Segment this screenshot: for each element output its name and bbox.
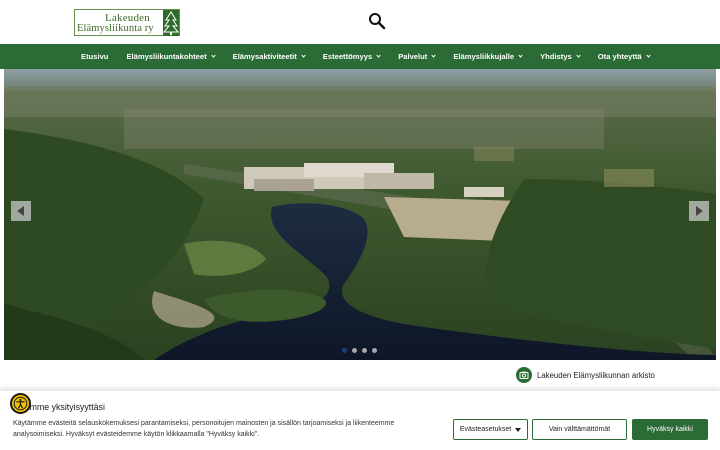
logo-line2: Elämysliikunta ry: [77, 23, 154, 34]
accessibility-icon[interactable]: [10, 393, 31, 414]
nav-label: Ota yhteyttä: [597, 52, 642, 61]
photo-credit: Lakeuden Elämysliikunnan arkisto: [516, 367, 655, 383]
chevron-down-icon: [431, 53, 436, 58]
nav-label: Yhdistys: [540, 52, 572, 61]
nav-item-elamysliikuntakohteet[interactable]: Elämysliikuntakohteet: [117, 44, 223, 69]
nav-item-palvelut[interactable]: Palvelut: [389, 44, 444, 69]
tree-icon: [163, 10, 179, 36]
camera-icon: [516, 367, 532, 383]
main-navigation: Etusivu Elämysliikuntakohteet Elämysakti…: [0, 44, 720, 69]
slider-next-button[interactable]: [689, 201, 709, 221]
hero-slider-image: [4, 69, 716, 360]
chevron-down-icon: [576, 53, 581, 58]
nav-label: Esteettömyys: [322, 52, 373, 61]
slider-pagination: [342, 348, 377, 353]
chevron-down-icon: [211, 53, 216, 58]
chevron-down-icon: [301, 53, 306, 58]
caret-down-icon: [515, 427, 522, 432]
photo-credit-label: Lakeuden Elämysliikunnan arkisto: [537, 370, 655, 380]
slider-dot-3[interactable]: [362, 348, 367, 353]
nav-item-esteettomyys[interactable]: Esteettömyys: [314, 44, 389, 69]
cookie-settings-label: Evästeasetukset: [459, 426, 512, 433]
site-header: Lakeuden Elämysliikunta ry: [0, 0, 720, 44]
nav-item-elamysliikkujalle[interactable]: Elämysliikkujalle: [444, 44, 531, 69]
chevron-down-icon: [518, 53, 523, 58]
nav-label: Elämysliikuntakohteet: [126, 52, 207, 61]
slider-dot-2[interactable]: [352, 348, 357, 353]
nav-item-etusivu[interactable]: Etusivu: [72, 44, 117, 69]
cookie-necessary-only-button[interactable]: Vain välttämättömät: [532, 419, 627, 440]
chevron-down-icon: [646, 53, 651, 58]
slider-prev-button[interactable]: [11, 201, 31, 221]
chevron-down-icon: [376, 53, 381, 58]
search-icon[interactable]: [368, 12, 386, 30]
nav-item-elamysaktiviteetit[interactable]: Elämysaktiviteetit: [224, 44, 314, 69]
nav-label: Elämysaktiviteetit: [232, 52, 297, 61]
nav-item-yhdistys[interactable]: Yhdistys: [531, 44, 589, 69]
site-logo[interactable]: Lakeuden Elämysliikunta ry: [74, 9, 180, 36]
cookie-accept-all-button[interactable]: Hyväksy kaikki: [632, 419, 708, 440]
nav-label: Elämysliikkujalle: [453, 52, 515, 61]
nav-label: Etusivu: [81, 52, 109, 61]
cookie-settings-button[interactable]: Evästeasetukset: [453, 419, 528, 440]
slider-dot-4[interactable]: [372, 348, 377, 353]
cookie-necessary-label: Vain välttämättömät: [548, 426, 611, 433]
nav-label: Palvelut: [398, 52, 428, 61]
nav-item-ota-yhteytta[interactable]: Ota yhteyttä: [589, 44, 659, 69]
slider-dot-1[interactable]: [342, 348, 347, 353]
cookie-accept-label: Hyväksy kaikki: [647, 426, 693, 433]
cookie-text: Käytämme evästeitä selauskokemuksesi par…: [13, 420, 395, 438]
